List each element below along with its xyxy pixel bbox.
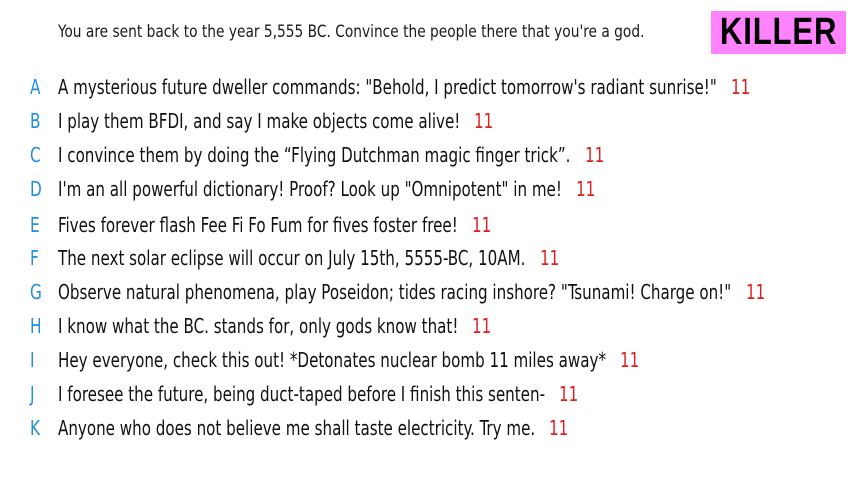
category-badge: KILLER: [711, 11, 846, 54]
answer-letter: I: [30, 348, 35, 372]
answer-letter: E: [30, 213, 40, 237]
answer-row: D I'm an all powerful dictionary! Proof?…: [30, 174, 599, 204]
answer-score: 11: [620, 348, 640, 372]
answer-score: 11: [474, 109, 494, 133]
answer-letter: C: [30, 143, 41, 167]
answer-text: The next solar eclipse will occur on Jul…: [58, 246, 526, 270]
answer-letter: D: [30, 177, 42, 201]
answer-text: I know what the BC. stands for, only god…: [58, 314, 459, 338]
answer-text: Hey everyone, check this out! *Detonates…: [58, 348, 606, 372]
category-badge-label: KILLER: [719, 11, 838, 53]
answer-score: 11: [731, 75, 751, 99]
answer-letter: B: [30, 109, 41, 133]
answer-text: A mysterious future dweller commands: "B…: [58, 75, 717, 99]
answer-row: C I convince them by doing the “Flying D…: [30, 140, 607, 170]
answer-row: F The next solar eclipse will occur on J…: [30, 243, 563, 273]
answer-text: Observe natural phenomena, play Poseidon…: [58, 280, 732, 304]
answer-letter: A: [30, 75, 41, 99]
answer-letter: H: [30, 314, 42, 338]
answer-text: I convince them by doing the “Flying Dut…: [58, 143, 571, 167]
answer-text: I'm an all powerful dictionary! Proof? L…: [58, 177, 562, 201]
answer-text: I foresee the future, being duct-taped b…: [58, 382, 546, 406]
answer-text: Anyone who does not believe me shall tas…: [58, 416, 536, 440]
answer-letter: G: [30, 280, 42, 304]
answer-letter: F: [30, 246, 39, 270]
answer-letter: K: [30, 416, 41, 440]
answer-score: 11: [472, 314, 492, 338]
answer-row: I Hey everyone, check this out! *Detonat…: [30, 345, 643, 375]
answer-text: Fives forever flash Fee Fi Fo Fum for fi…: [58, 213, 458, 237]
answer-score: 11: [558, 382, 579, 406]
answer-score: 11: [745, 280, 765, 304]
answer-row: K Anyone who does not believe me shall t…: [30, 413, 572, 443]
answer-score: 11: [575, 177, 596, 201]
answer-score: 11: [471, 213, 491, 237]
answer-row: E Fives forever flash Fee Fi Fo Fum for …: [30, 210, 495, 240]
answer-score: 11: [584, 143, 604, 167]
answer-row: J I foresee the future, being duct-taped…: [30, 379, 582, 409]
answer-score: 11: [549, 416, 569, 440]
answer-row: B I play them BFDI, and say I make objec…: [30, 106, 497, 136]
answer-letter: J: [30, 382, 35, 406]
prompt-text: You are sent back to the year 5,555 BC. …: [58, 22, 645, 42]
answer-text: I play them BFDI, and say I make objects…: [58, 109, 461, 133]
answer-row: G Observe natural phenomena, play Poseid…: [30, 277, 768, 307]
answer-row: H I know what the BC. stands for, only g…: [30, 311, 495, 341]
answer-row: A A mysterious future dweller commands: …: [30, 72, 754, 102]
answer-score: 11: [539, 246, 560, 270]
